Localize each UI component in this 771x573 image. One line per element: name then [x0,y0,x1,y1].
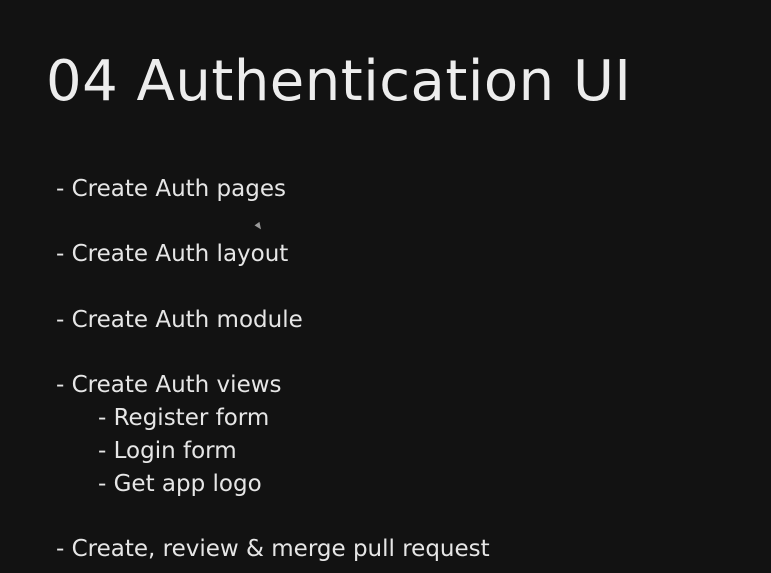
sub-bullet-login-form: - Login form [98,438,237,464]
bullet-pull-request: - Create, review & merge pull request [56,536,490,562]
slide-canvas: 04 Authentication UI - Create Auth pages… [0,0,771,573]
slide-title: 04 Authentication UI [46,49,632,114]
bullet-create-auth-views: - Create Auth views [56,372,282,398]
mouse-pointer-icon [254,221,264,232]
sub-bullet-get-app-logo: - Get app logo [98,471,262,497]
sub-bullet-register-form: - Register form [98,405,270,431]
bullet-create-auth-module: - Create Auth module [56,307,303,333]
bullet-create-auth-pages: - Create Auth pages [56,176,286,202]
bullet-create-auth-layout: - Create Auth layout [56,241,289,267]
